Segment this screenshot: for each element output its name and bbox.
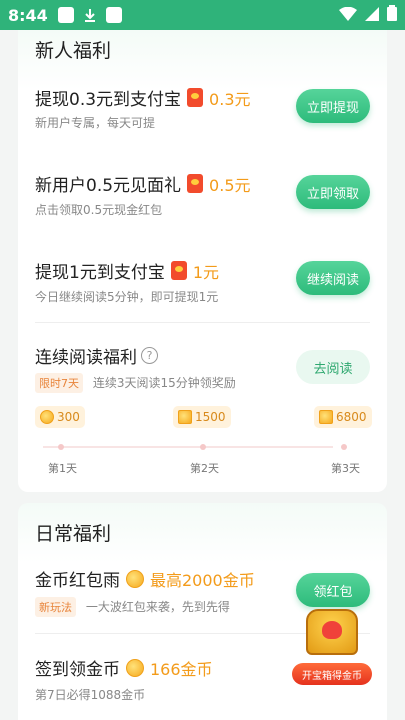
withdraw-03-title-row: 提现0.3元到支付宝 0.3元 (35, 85, 251, 110)
reward-amount: 0.3元 (209, 89, 251, 109)
reading-bonus-subtitle-row: 限时7天 连续3天阅读15分钟领奖励 (35, 373, 236, 393)
milestone-value: 300 (57, 410, 80, 424)
welcome-gift-title-row: 新用户0.5元见面礼 0.5元 (35, 171, 251, 196)
section-title: 新人福利 (35, 40, 112, 62)
day-label: 第1天 (48, 462, 77, 475)
claim-now-button[interactable]: 立即领取 (296, 175, 370, 209)
heart-icon (322, 621, 342, 639)
milestone-value: 6800 (336, 410, 367, 424)
signal-icon (365, 6, 379, 25)
red-packet-icon (170, 261, 187, 280)
treasure-chest-label: 开宝箱得金币 (292, 663, 372, 685)
section-title: 日常福利 (35, 523, 112, 545)
notification-icon (57, 7, 74, 23)
go-read-button[interactable]: 去阅读 (296, 350, 370, 384)
withdraw-1-title-row: 提现1元到支付宝 1元 (35, 258, 219, 283)
coin-rain-title-row: 金币红包雨 最高2000金币 (35, 566, 255, 591)
continue-reading-button[interactable]: 继续阅读 (296, 261, 370, 295)
reward-amount: 166金币 (150, 659, 213, 679)
wifi-icon (339, 6, 357, 25)
day-label: 第3天 (331, 462, 360, 475)
limited-time-tag: 限时7天 (35, 373, 83, 393)
day-label: 第2天 (190, 462, 219, 475)
treasure-chest-widget[interactable]: 开宝箱得金币 (292, 607, 372, 687)
app-notification-icon (105, 7, 122, 23)
item-title: 新用户0.5元见面礼 (35, 176, 182, 196)
progress-dot (200, 444, 206, 450)
red-packet-icon (187, 174, 204, 193)
divider (35, 322, 370, 323)
reading-bonus-subtitle: 连续3天阅读15分钟领奖励 (92, 376, 236, 390)
new-user-welfare-card: 新人福利 提现0.3元到支付宝 0.3元 新用户专属，每天可提 立即提现 新用户… (18, 30, 387, 492)
coin-icon (126, 658, 144, 677)
milestone-badge: 1500 (173, 406, 231, 428)
progress-track (43, 446, 333, 448)
progress-dot (341, 444, 347, 450)
sign-in-title-row: 签到领金币 166金币 (35, 655, 213, 680)
milestone-badge: 6800 (314, 406, 372, 428)
item-title: 签到领金币 (35, 660, 120, 680)
question-icon[interactable]: ? (141, 347, 158, 364)
new-play-tag: 新玩法 (35, 597, 76, 617)
progress-dot (58, 444, 64, 450)
milestone-badge: 300 (35, 406, 85, 428)
reward-amount: 最高2000金币 (150, 570, 255, 590)
get-red-packet-button[interactable]: 领红包 (296, 573, 370, 607)
trophy-icon (178, 410, 192, 424)
withdraw-now-button[interactable]: 立即提现 (296, 89, 370, 123)
reward-amount: 0.5元 (209, 175, 251, 195)
download-icon (82, 7, 98, 23)
milestone-value: 1500 (195, 410, 226, 424)
item-title: 金币红包雨 (35, 571, 120, 591)
item-subtitle: 第7日必得1088金币 (35, 688, 146, 702)
item-subtitle: 新用户专属，每天可提 (35, 116, 156, 130)
reading-bonus-title: 连续阅读福利 (35, 348, 137, 368)
status-time: 8:44 (8, 5, 48, 25)
coin-icon (126, 569, 144, 588)
item-title: 提现1元到支付宝 (35, 263, 165, 283)
coin-rain-subtitle-row: 新玩法 一大波红包来袭，先到先得 (35, 597, 230, 617)
item-subtitle: 点击领取0.5元现金红包 (35, 203, 163, 217)
battery-icon (387, 5, 397, 25)
coin-icon (40, 410, 54, 424)
trophy-icon (319, 410, 333, 424)
item-subtitle: 一大波红包来袭，先到先得 (85, 600, 230, 614)
red-packet-icon (187, 88, 204, 107)
item-subtitle: 今日继续阅读5分钟，即可提现1元 (35, 290, 219, 304)
status-bar: 8:44 (0, 0, 405, 30)
item-title: 提现0.3元到支付宝 (35, 90, 182, 110)
reading-bonus-title-row: 连续阅读福利 ? (35, 343, 158, 368)
reward-amount: 1元 (192, 262, 220, 282)
